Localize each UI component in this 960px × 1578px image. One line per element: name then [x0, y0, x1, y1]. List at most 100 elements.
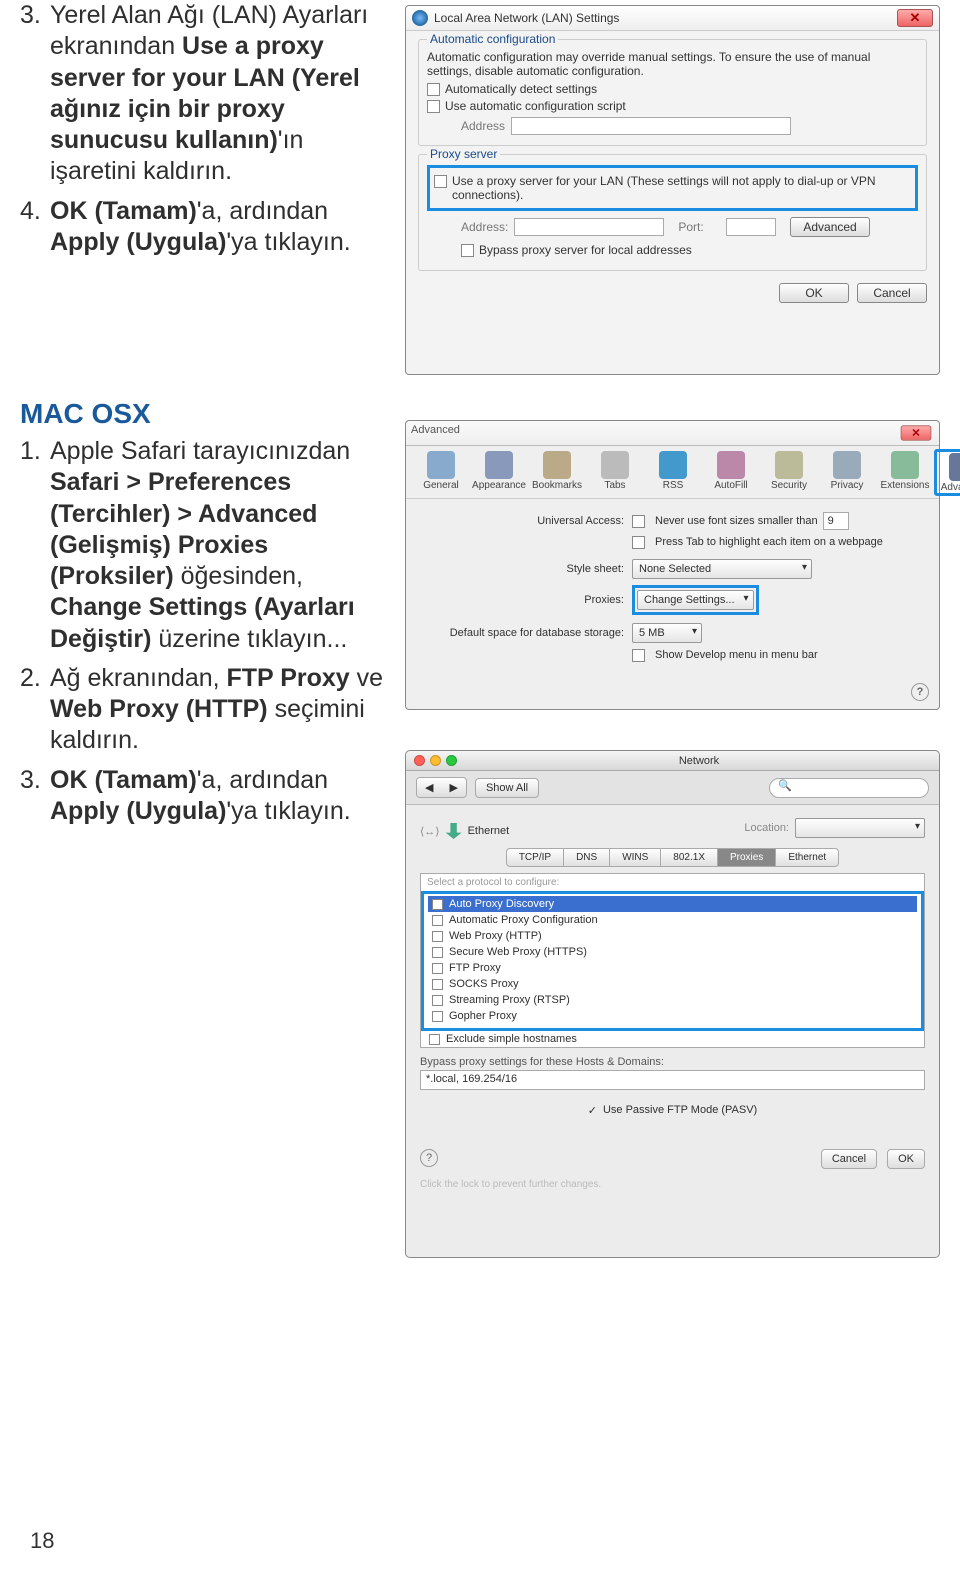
help-icon[interactable]: ? — [911, 683, 929, 701]
auto-detect-checkbox[interactable] — [427, 83, 440, 96]
safari-tab-rss[interactable]: RSS — [644, 449, 702, 496]
extensions-icon — [891, 451, 919, 479]
cancel-button[interactable]: Cancel — [857, 283, 927, 303]
protocol-item[interactable]: SOCKS Proxy — [428, 976, 917, 992]
nav-back-forward[interactable]: ◀▶ — [416, 777, 467, 798]
protocol-item[interactable]: Automatic Proxy Configuration — [428, 912, 917, 928]
use-proxy-checkbox[interactable] — [434, 175, 447, 188]
develop-menu-checkbox[interactable] — [632, 649, 645, 662]
protocol-label: Web Proxy (HTTP) — [449, 930, 542, 942]
change-settings-button[interactable]: Change Settings... — [637, 590, 754, 610]
search-input[interactable]: 🔍 — [769, 778, 929, 798]
port-label: Port: — [678, 220, 720, 234]
safari-tab-autofill[interactable]: AutoFill — [702, 449, 760, 496]
advanced-button[interactable]: Advanced — [790, 217, 869, 237]
protocol-item[interactable]: Streaming Proxy (RTSP) — [428, 992, 917, 1008]
bypass-hosts-input[interactable]: *.local, 169.254/16 — [420, 1070, 925, 1090]
address-input[interactable] — [511, 117, 791, 135]
protocol-item[interactable]: Secure Web Proxy (HTTPS) — [428, 944, 917, 960]
protocol-checkbox[interactable] — [432, 995, 443, 1006]
auto-legend: Automatic configuration — [427, 32, 558, 46]
protocol-highlight: Auto Proxy DiscoveryAutomatic Proxy Conf… — [421, 891, 924, 1031]
step-item: 3.Yerel Alan Ağı (LAN) Ayarları ekranınd… — [20, 0, 385, 188]
privacy-icon — [833, 451, 861, 479]
protocol-label: FTP Proxy — [449, 962, 501, 974]
step-body: OK (Tamam)'a, ardından Apply (Uygula)'ya… — [50, 765, 385, 828]
stylesheet-select[interactable]: None Selected — [632, 559, 812, 579]
press-tab-checkbox[interactable] — [632, 536, 645, 549]
network-tab-ethernet[interactable]: Ethernet — [775, 848, 839, 867]
proxies-label: Proxies: — [422, 594, 632, 606]
pasv-checkbox[interactable]: ✓ — [588, 1104, 597, 1117]
network-dialog: Network ◀▶ Show All 🔍 ⟨↔⟩ Ethernet Locat… — [405, 750, 940, 1258]
close-icon[interactable]: ✕ — [897, 9, 933, 27]
tab-label: AutoFill — [702, 480, 760, 491]
font-size-input[interactable]: 9 — [823, 512, 849, 530]
tab-label: General — [412, 480, 470, 491]
proxy-address-input[interactable] — [514, 218, 664, 236]
bypass-checkbox[interactable] — [461, 244, 474, 257]
bypass-label: Bypass proxy server for local addresses — [479, 243, 692, 257]
protocol-label: Gopher Proxy — [449, 1010, 517, 1022]
lan-dialog: Local Area Network (LAN) Settings ✕ Auto… — [405, 5, 940, 375]
protocol-item[interactable]: Auto Proxy Discovery — [428, 896, 917, 912]
proxy-legend: Proxy server — [427, 147, 500, 161]
universal-access-label: Universal Access: — [422, 515, 632, 527]
protocol-checkbox[interactable] — [432, 915, 443, 926]
safari-title: Advanced — [411, 424, 898, 442]
show-all-button[interactable]: Show All — [475, 778, 539, 798]
close-icon[interactable]: ✕ — [901, 425, 932, 440]
safari-tab-bookmarks[interactable]: Bookmarks — [528, 449, 586, 496]
network-tab-8021x[interactable]: 802.1X — [660, 848, 717, 867]
protocol-label: Streaming Proxy (RTSP) — [449, 994, 570, 1006]
network-cancel-button[interactable]: Cancel — [821, 1149, 877, 1169]
safari-tab-privacy[interactable]: Privacy — [818, 449, 876, 496]
safari-tab-advanced[interactable]: Advanced — [934, 449, 960, 496]
safari-tab-security[interactable]: Security — [760, 449, 818, 496]
address-label: Address — [461, 119, 505, 133]
port-input[interactable] — [726, 218, 776, 236]
font-size-checkbox[interactable] — [632, 515, 645, 528]
help-icon[interactable]: ? — [420, 1149, 438, 1167]
auto-desc: Automatic configuration may override man… — [427, 50, 918, 78]
network-ok-button[interactable]: OK — [887, 1149, 925, 1169]
network-tab-tcp/ip[interactable]: TCP/IP — [506, 848, 563, 867]
proxy-server-group: Proxy server Use a proxy server for your… — [418, 154, 927, 271]
safari-tabbar: GeneralAppearanceBookmarksTabsRSSAutoFil… — [406, 446, 939, 496]
safari-tab-tabs[interactable]: Tabs — [586, 449, 644, 496]
tab-label: Security — [760, 480, 818, 491]
network-tab-dns[interactable]: DNS — [563, 848, 609, 867]
safari-tab-appearance[interactable]: Appearance — [470, 449, 528, 496]
tabs-icon — [601, 451, 629, 479]
protocol-checkbox[interactable] — [432, 1011, 443, 1022]
protocol-checkbox[interactable] — [432, 899, 443, 910]
protocol-item[interactable]: FTP Proxy — [428, 960, 917, 976]
traffic-lights[interactable] — [414, 755, 457, 766]
auto-detect-label: Automatically detect settings — [445, 82, 597, 96]
db-storage-label: Default space for database storage: — [422, 627, 632, 639]
network-tab-wins[interactable]: WINS — [609, 848, 660, 867]
protocol-item[interactable]: Gopher Proxy — [428, 1008, 917, 1024]
location-select[interactable] — [795, 818, 925, 838]
safari-tab-general[interactable]: General — [412, 449, 470, 496]
protocol-checkbox[interactable] — [432, 963, 443, 974]
db-storage-select[interactable]: 5 MB — [632, 623, 702, 643]
exclude-hostnames-checkbox[interactable] — [429, 1034, 440, 1045]
protocol-item[interactable]: Web Proxy (HTTP) — [428, 928, 917, 944]
network-tab-proxies[interactable]: Proxies — [717, 848, 775, 867]
zoom-dot-icon[interactable] — [446, 755, 457, 766]
develop-menu-label: Show Develop menu in menu bar — [655, 649, 818, 661]
tab-label: Advanced — [937, 482, 960, 493]
tab-label: Bookmarks — [528, 480, 586, 491]
close-dot-icon[interactable] — [414, 755, 425, 766]
protocol-checkbox[interactable] — [432, 931, 443, 942]
rss-icon — [659, 451, 687, 479]
protocol-checkbox[interactable] — [432, 947, 443, 958]
ok-button[interactable]: OK — [779, 283, 849, 303]
safari-tab-extensions[interactable]: Extensions — [876, 449, 934, 496]
protocol-checkbox[interactable] — [432, 979, 443, 990]
location-label: Location: — [744, 822, 789, 834]
minimize-dot-icon[interactable] — [430, 755, 441, 766]
advanced-icon — [949, 453, 960, 481]
use-script-checkbox[interactable] — [427, 100, 440, 113]
